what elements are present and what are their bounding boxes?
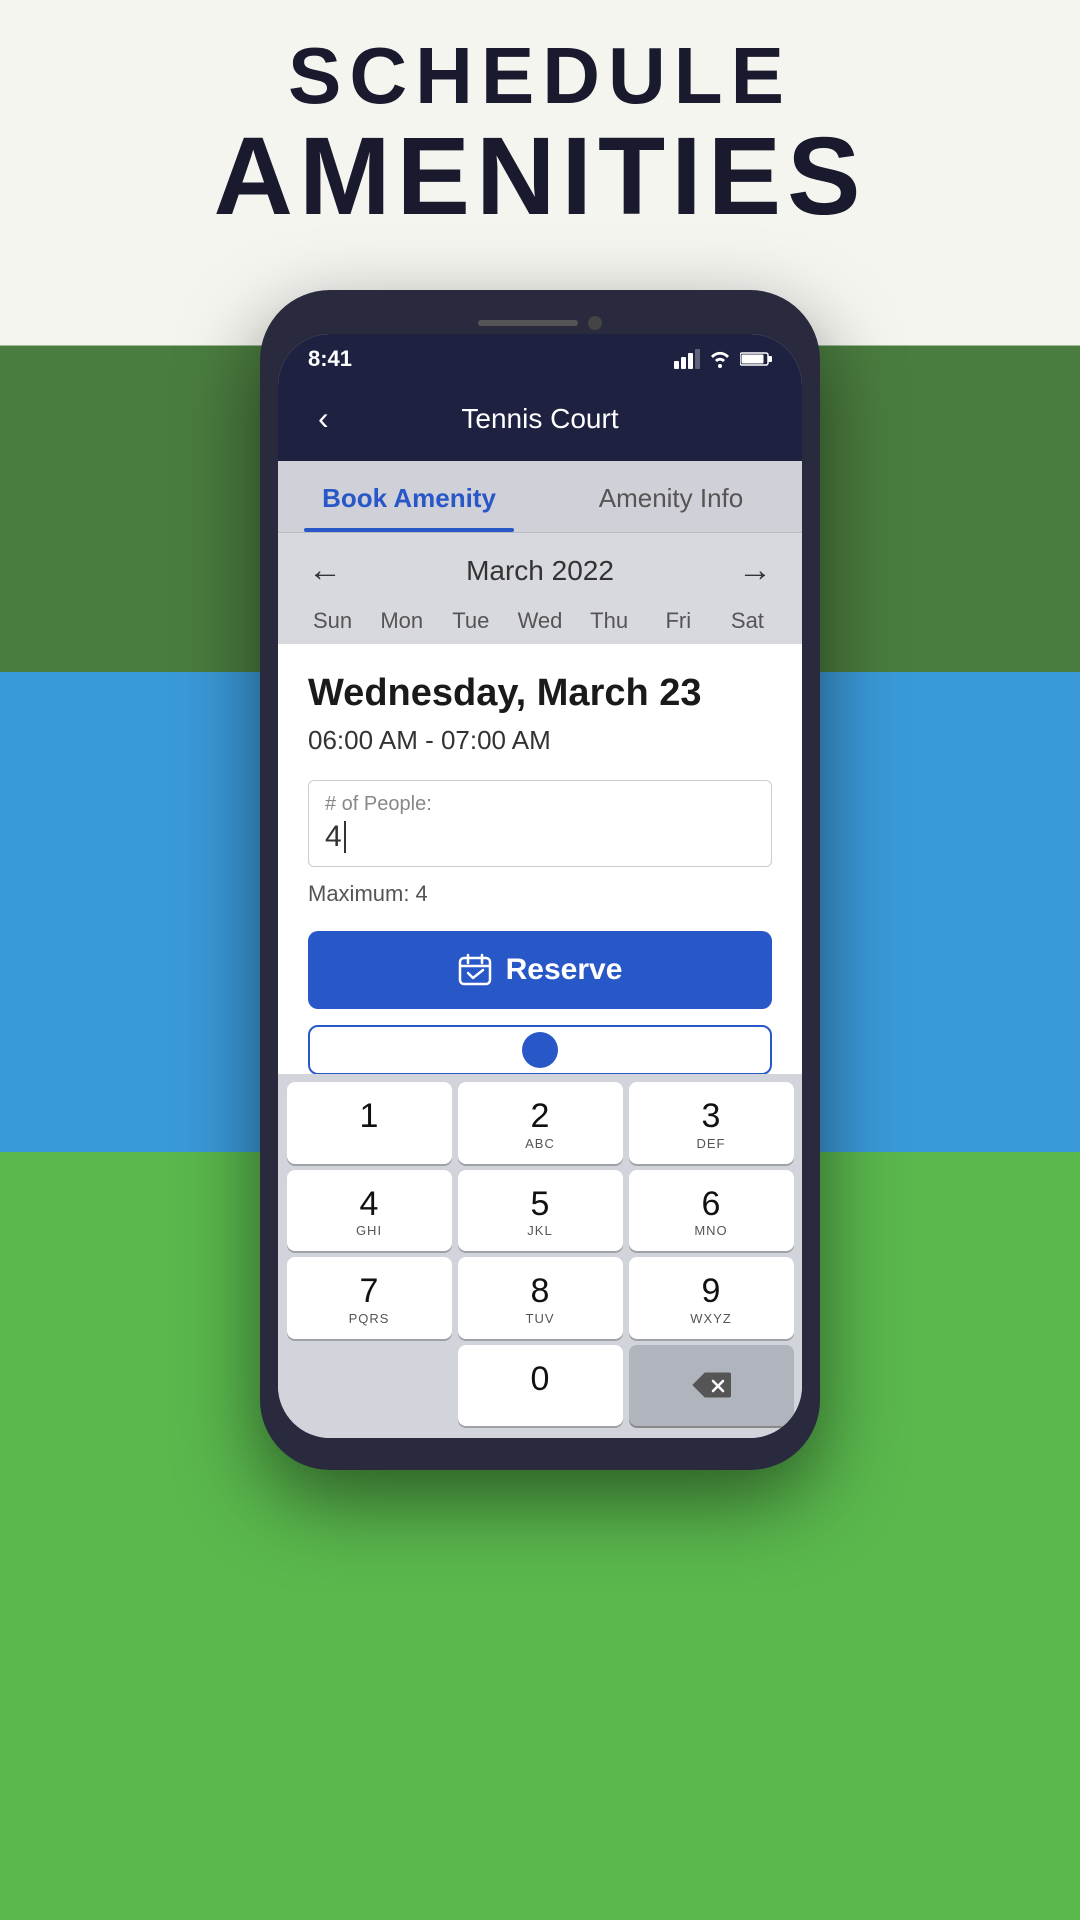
key-6[interactable]: 6 MNO [629,1170,794,1251]
battery-icon [740,351,772,367]
day-fri: Fri [644,608,713,634]
key-2[interactable]: 2 ABC [458,1082,623,1163]
key-9[interactable]: 9 WXYZ [629,1257,794,1338]
day-wed: Wed [505,608,574,634]
key-4[interactable]: 4 GHI [287,1170,452,1251]
day-sat: Sat [713,608,782,634]
key-3[interactable]: 3 DEF [629,1082,794,1163]
status-bar: 8:41 [278,334,802,380]
phone-notch [278,308,802,334]
day-tue: Tue [436,608,505,634]
people-input-label: # of People: [325,793,755,816]
phone-mockup: 8:41 [260,290,820,1470]
tab-amenity-info[interactable]: Amenity Info [540,461,802,532]
second-button-icon [522,1032,558,1068]
key-8[interactable]: 8 TUV [458,1257,623,1338]
key-1[interactable]: 1 [287,1082,452,1163]
main-content: ← March 2022 → Sun Mon Tue Wed Thu Fri S… [278,533,802,1074]
reserve-calendar-icon [458,953,492,987]
phone-screen: 8:41 [278,334,802,1438]
phone-pill [478,320,578,326]
second-action-button[interactable] [308,1025,772,1074]
phone-camera [588,316,602,330]
tab-book-amenity[interactable]: Book Amenity [278,461,540,532]
nav-title: Tennis Court [461,403,618,435]
status-time: 8:41 [308,346,352,372]
phone-outer-shell: 8:41 [260,290,820,1470]
nav-bar: ‹ Tennis Court [278,380,802,461]
schedule-label: SCHEDULE [0,30,1080,122]
key-7[interactable]: 7 PQRS [287,1257,452,1338]
key-delete[interactable] [629,1345,794,1426]
key-5[interactable]: 5 JKL [458,1170,623,1251]
reserve-button[interactable]: Reserve [308,931,772,1009]
calendar-nav: ← March 2022 → [278,533,802,608]
day-sun: Sun [298,608,367,634]
key-empty [287,1345,452,1426]
booking-date: Wednesday, March 23 [308,672,772,715]
delete-icon [691,1371,731,1399]
people-input-value: 4 [325,820,755,854]
tabs-container: Book Amenity Amenity Info [278,461,802,533]
status-icons [674,349,772,369]
keyboard-row-2: 4 GHI 5 JKL 6 MNO [282,1170,798,1251]
next-month-button[interactable]: → [738,551,772,590]
key-0[interactable]: 0 [458,1345,623,1426]
text-cursor [344,821,346,853]
numeric-keyboard: 1 2 ABC 3 DEF 4 GHI [278,1074,802,1438]
prev-month-button[interactable]: ← [308,551,342,590]
days-of-week: Sun Mon Tue Wed Thu Fri Sat [278,608,802,644]
day-thu: Thu [575,608,644,634]
keyboard-row-4: 0 [282,1345,798,1426]
day-mon: Mon [367,608,436,634]
signal-icon [674,349,700,369]
month-year-label: March 2022 [466,555,614,587]
back-button[interactable]: ‹ [308,396,339,441]
wifi-icon [708,350,732,368]
max-people-label: Maximum: 4 [308,881,772,907]
header-section: SCHEDULE AMENITIES [0,30,1080,232]
booking-card: Wednesday, March 23 06:00 AM - 07:00 AM … [278,644,802,1074]
booking-time: 06:00 AM - 07:00 AM [308,725,772,756]
keyboard-row-1: 1 2 ABC 3 DEF [282,1082,798,1163]
keyboard-row-3: 7 PQRS 8 TUV 9 WXYZ [282,1257,798,1338]
amenities-label: AMENITIES [0,122,1080,232]
people-input-box[interactable]: # of People: 4 [308,780,772,867]
